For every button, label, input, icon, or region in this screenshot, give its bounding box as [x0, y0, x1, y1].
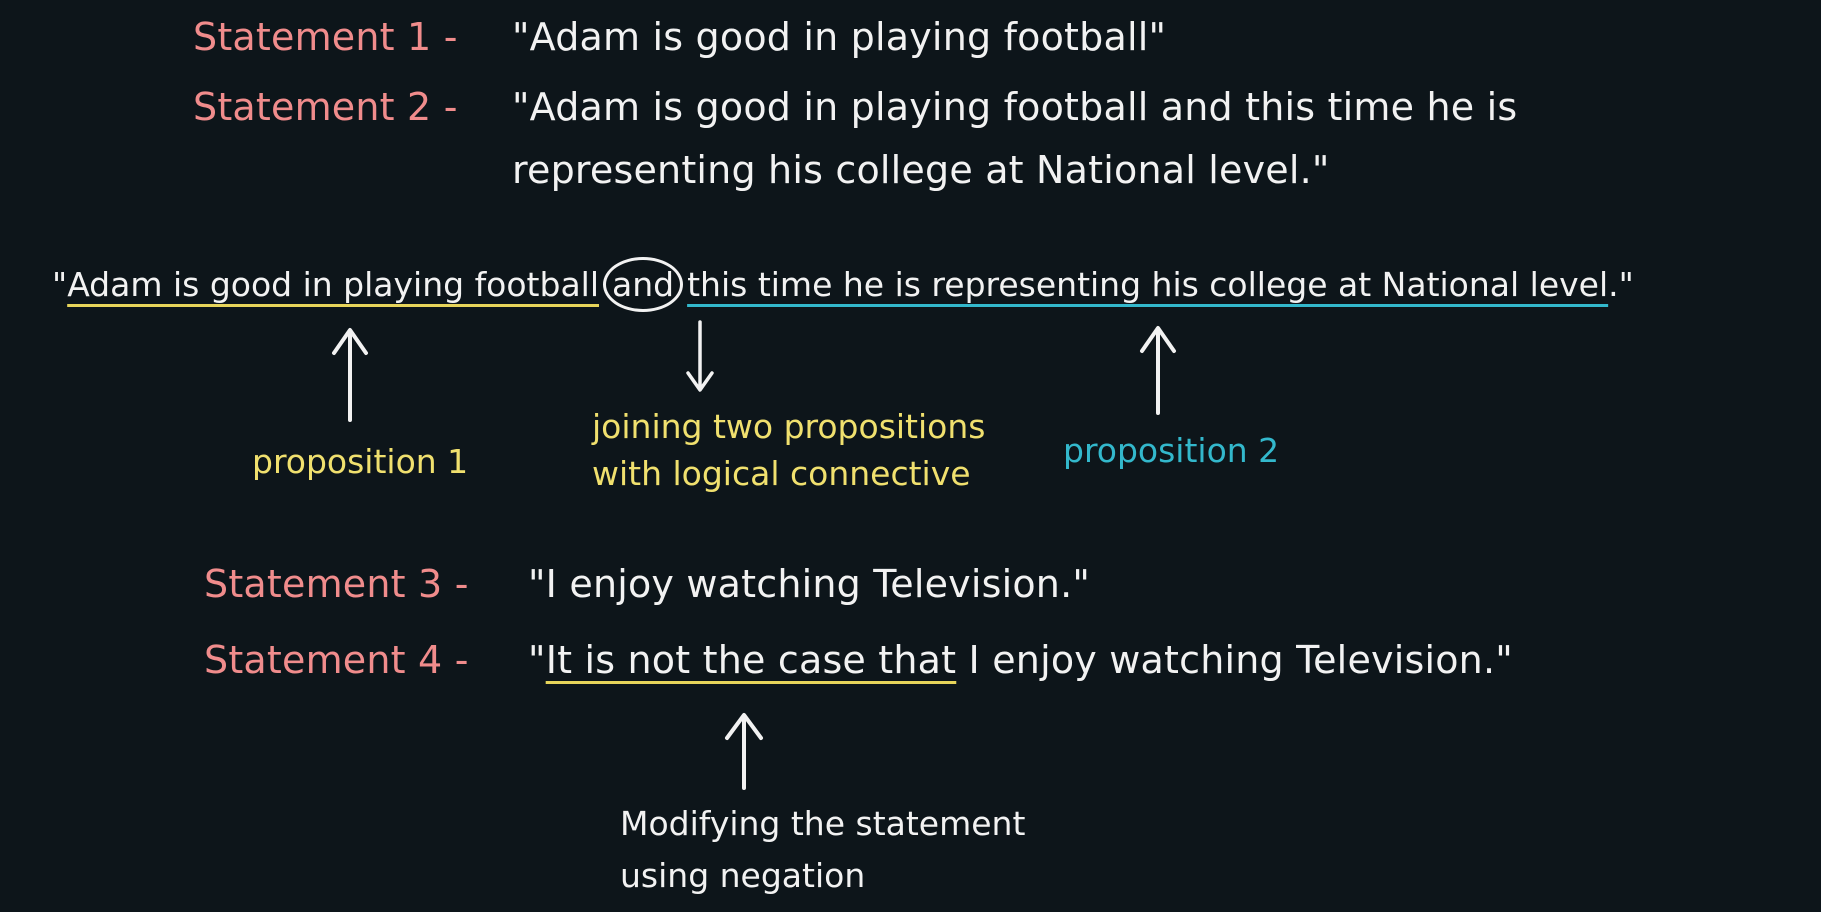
statement-2-text-line1: "Adam is good in playing football and th… [512, 85, 1518, 129]
statement-3-label: Statement 3 - [204, 562, 469, 606]
statement-1-label: Statement 1 - [193, 15, 458, 59]
up-arrow-icon [725, 713, 763, 790]
statement-1-text: "Adam is good in playing football" [512, 15, 1167, 59]
up-arrow-icon [332, 328, 368, 422]
annotation-negation-line2: using negation [620, 856, 866, 895]
negation-phrase: It is not the case that [545, 638, 957, 682]
annotation-negation-line1: Modifying the statement [620, 804, 1026, 843]
statement-3-text: "I enjoy watching Television." [528, 562, 1091, 606]
analysis-sentence: "Adam is good in playing football and this… [52, 257, 1634, 312]
proposition-2-text: this time he is representing his college… [687, 265, 1609, 304]
statement-4-label: Statement 4 - [204, 638, 469, 682]
annotation-proposition-1: proposition 1 [252, 442, 469, 481]
down-arrow-icon [686, 320, 714, 392]
statement-2-text-line2: representing his college at National lev… [512, 148, 1330, 192]
close-quote: ." [1608, 265, 1634, 304]
proposition-1-text: Adam is good in playing football [67, 265, 600, 304]
connective-and-circled: and [603, 257, 684, 312]
open-quote: " [52, 265, 68, 304]
annotation-connective-line2: with logical connective [592, 454, 971, 493]
annotation-connective-line1: joining two propositions [592, 407, 986, 446]
up-arrow-icon [1140, 326, 1176, 415]
statement-2-label: Statement 2 - [193, 85, 458, 129]
open-quote: " [528, 638, 546, 682]
statement-4-rest: I enjoy watching Television." [956, 638, 1513, 682]
statement-4-text: "It is not the case that I enjoy watchin… [528, 638, 1513, 682]
annotation-proposition-2: proposition 2 [1063, 431, 1280, 470]
